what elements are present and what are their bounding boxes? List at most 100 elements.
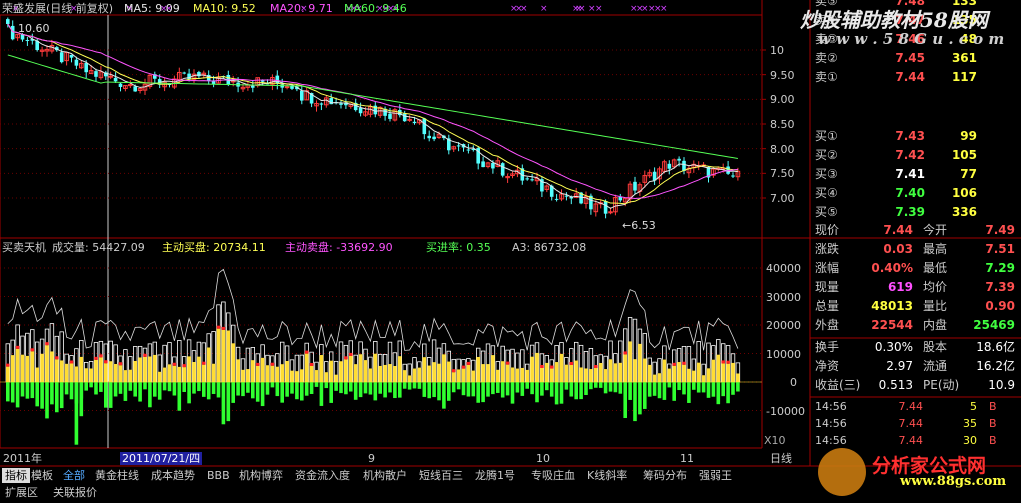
active-sell-bar [25, 382, 30, 399]
tab-9[interactable]: 短线百三 [416, 468, 466, 483]
active-buy-bar [251, 360, 255, 382]
active-buy-bar [216, 328, 221, 382]
tab-14[interactable]: 强弱王 [696, 468, 735, 483]
tab-13[interactable]: 筹码分布 [640, 468, 690, 483]
buy-peak-mark [304, 350, 309, 354]
tab-extra-0[interactable]: 扩展区 [2, 485, 41, 500]
order-book-row[interactable]: 买② 7.42 105 [813, 146, 1018, 164]
active-sell-bar [613, 382, 618, 393]
active-buy-bar [432, 362, 436, 382]
order-book-row[interactable]: 卖② 7.45 361 [813, 49, 1018, 67]
tab-11[interactable]: 专吸庄血 [528, 468, 578, 483]
active-buy-bar [422, 357, 427, 382]
active-sell-bar [197, 382, 201, 392]
active-sell-bar [437, 382, 441, 401]
active-sell-bar [667, 382, 672, 388]
active-buy-bar [687, 368, 691, 382]
active-sell-bar [623, 382, 627, 419]
order-book-label: 卖① [815, 70, 838, 84]
quote-value: 7.49 [985, 223, 1015, 237]
order-book-row[interactable]: 卖① 7.44 117 [813, 68, 1018, 86]
price-axis-label: 7.50 [770, 167, 795, 181]
candle-body [6, 19, 10, 25]
tab-extra-1[interactable]: 关联报价 [50, 485, 100, 500]
active-buy-bar [476, 356, 480, 382]
active-sell-bar [20, 382, 25, 397]
active-buy-bar [172, 365, 177, 382]
candle-body [603, 201, 608, 214]
quote-value: 16.2亿 [976, 359, 1015, 373]
active-sell-bar [687, 382, 691, 403]
period-button[interactable]: 日线 [770, 452, 792, 465]
quote-key: 外盘 [815, 318, 840, 332]
tab-5[interactable]: BBB [204, 468, 233, 483]
tab-4[interactable]: 成本趋势 [148, 468, 198, 483]
active-buy-bar [554, 362, 559, 382]
active-sell-bar [74, 382, 79, 445]
month-label-9: 9 [368, 452, 375, 465]
order-book-label: 卖② [815, 51, 838, 65]
order-book-row[interactable]: 买⑤ 7.39 336 [813, 203, 1018, 221]
active-buy-bar [353, 364, 358, 382]
quote-row: 外盘 22544 内盘 25469 [813, 316, 1018, 334]
logo-icon [818, 448, 866, 496]
active-buy-bar [84, 368, 88, 382]
indicator-name[interactable]: 买卖天机 [2, 241, 46, 254]
tab-0[interactable]: 指标 [2, 468, 30, 483]
tab-8[interactable]: 机构散户 [360, 468, 410, 483]
active-sell-bar [295, 382, 299, 400]
active-sell-bar [608, 382, 613, 392]
active-sell-bar [10, 382, 15, 403]
tab-10[interactable]: 龙腾1号 [472, 468, 518, 483]
active-buy-bar [35, 367, 39, 382]
candle-body [427, 135, 431, 139]
tab-6[interactable]: 机构博弈 [236, 468, 286, 483]
buy-peak-mark [726, 360, 730, 364]
quote-key: 现价 [815, 223, 840, 237]
buy-peak-mark [69, 360, 74, 364]
active-sell-bar [643, 382, 647, 409]
active-buy-bar [496, 369, 500, 382]
active-buy-bar [104, 363, 108, 382]
active-sell-bar [672, 382, 676, 401]
stock-title: 荣盛发展(日线 前复权) [2, 2, 114, 15]
order-book-row[interactable]: 买① 7.43 99 [813, 127, 1018, 145]
candle-body [182, 72, 186, 74]
active-buy-bar [177, 366, 182, 382]
high-price-label: 10.60 [18, 22, 50, 35]
active-sell-bar [594, 382, 598, 388]
candle-body [59, 52, 64, 63]
price-axis-label: 8.50 [770, 118, 795, 131]
active-sell-bar [300, 382, 304, 401]
tab-3[interactable]: 黄金柱线 [92, 468, 142, 483]
active-sell-bar [378, 382, 382, 394]
active-buy-bar [99, 357, 103, 382]
active-buy-bar [211, 363, 216, 382]
tab-2[interactable]: 全部 [60, 468, 88, 483]
active-buy-bar [589, 369, 593, 382]
active-buy-bar [344, 359, 348, 382]
active-buy-bar [584, 368, 588, 382]
indicator-a3: A3: 86732.08 [512, 241, 587, 254]
active-sell-bar [515, 382, 520, 393]
active-sell-bar [701, 382, 706, 393]
active-buy-bar [579, 367, 583, 382]
active-buy-bar [246, 369, 250, 382]
quote-key: 最低 [923, 261, 948, 275]
tab-7[interactable]: 资金流入度 [292, 468, 353, 483]
quote-value: 0.90 [985, 299, 1015, 313]
quote-row: 涨跌 0.03 最高 7.51 [813, 240, 1018, 258]
active-sell-bar [265, 382, 270, 395]
buy-peak-mark [505, 361, 510, 365]
active-buy-bar [613, 363, 618, 382]
quote-value: 619 [887, 280, 913, 294]
tab-12[interactable]: K线斜率 [584, 468, 630, 483]
order-book-row[interactable]: 买④ 7.40 106 [813, 184, 1018, 202]
tab-1[interactable]: 模板 [28, 468, 56, 483]
order-book-price: 7.44 [895, 70, 925, 84]
active-buy-bar [500, 361, 505, 382]
candle-body [10, 25, 15, 40]
order-book-row[interactable]: 买③ 7.41 77 [813, 165, 1018, 183]
trade-price: 7.44 [898, 434, 924, 447]
active-buy-bar [545, 362, 549, 382]
